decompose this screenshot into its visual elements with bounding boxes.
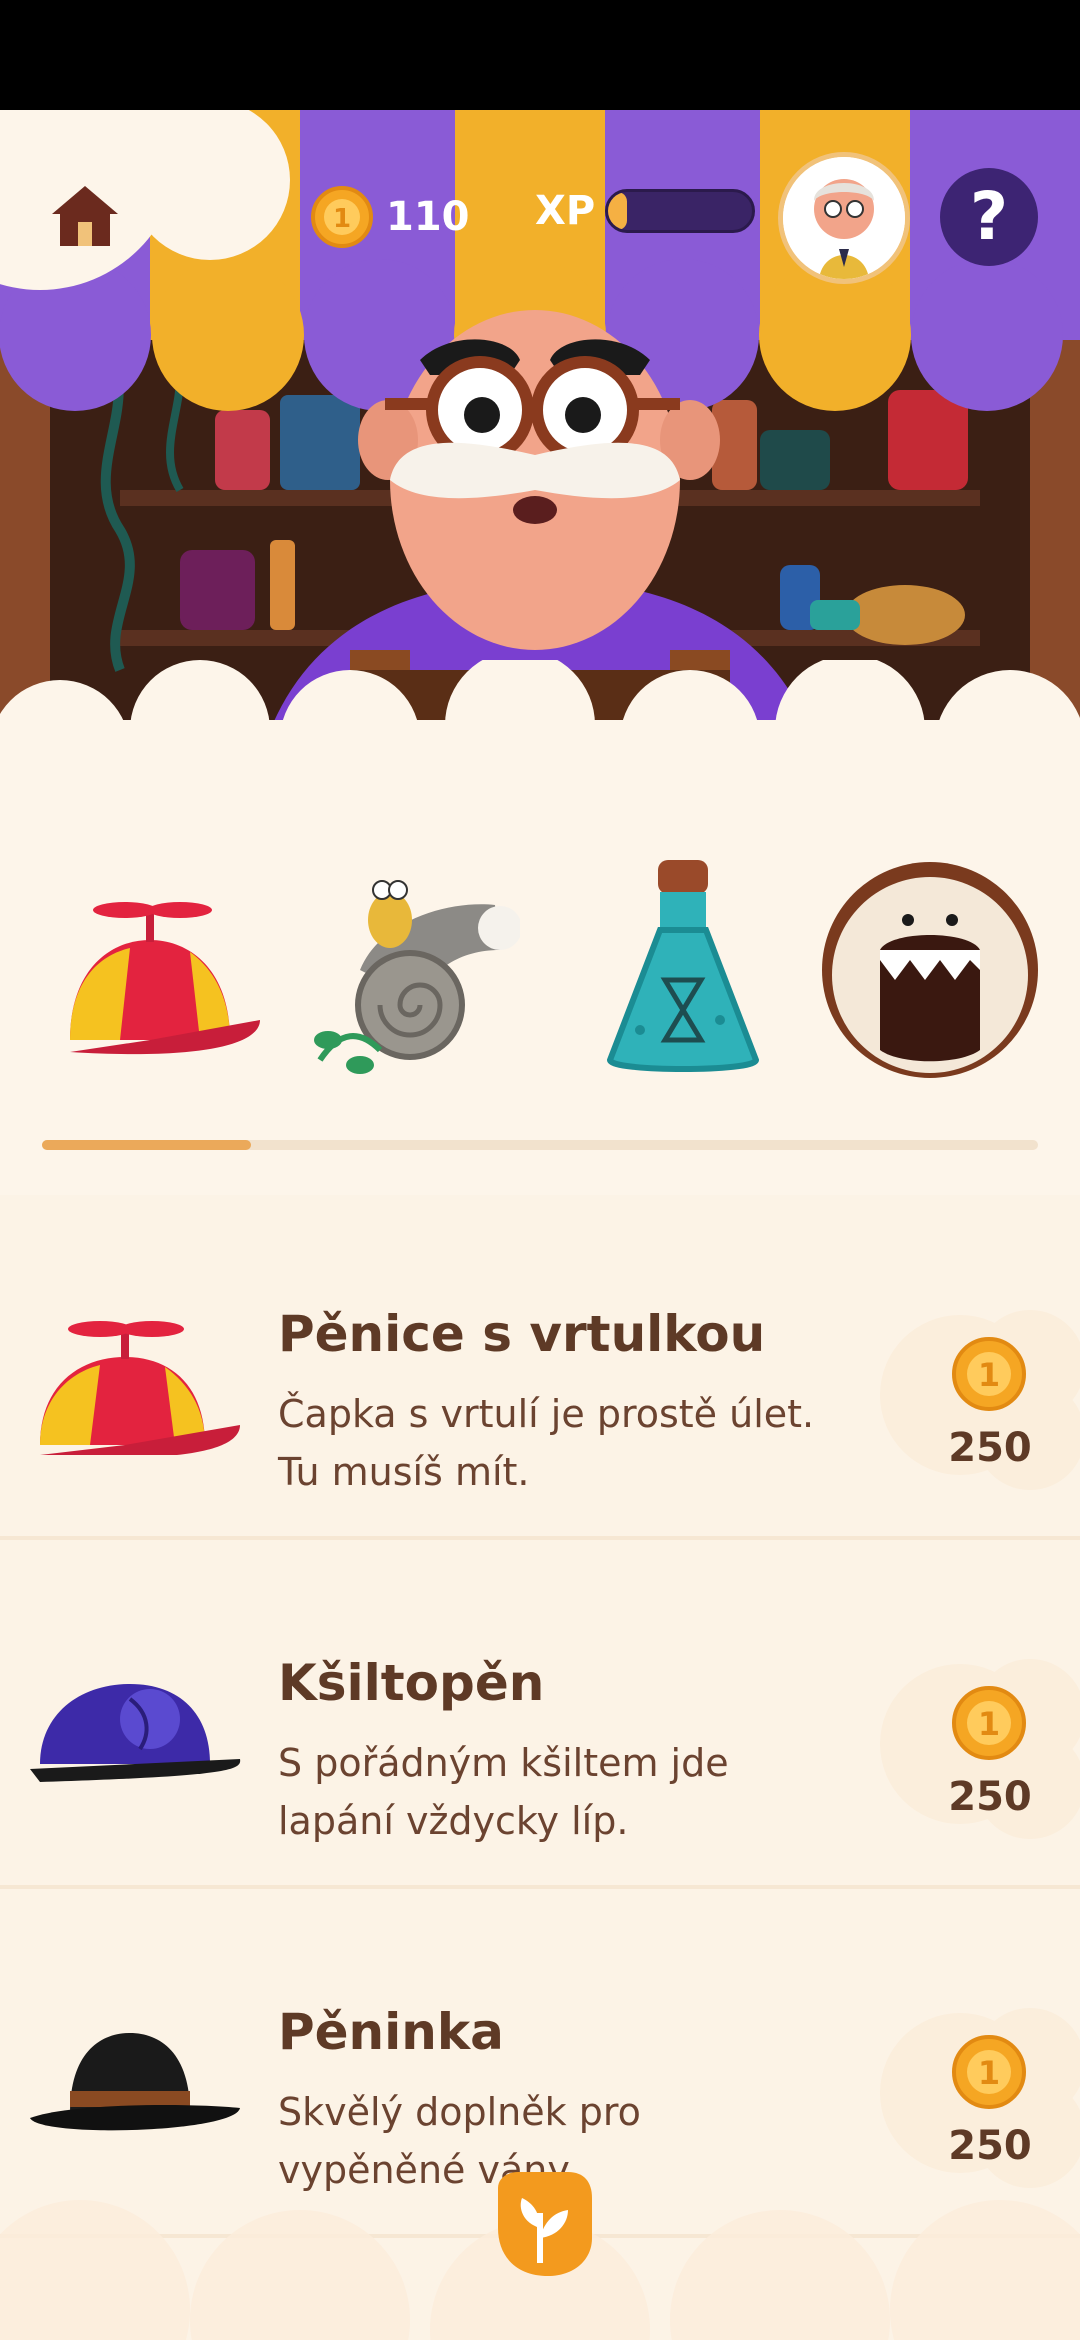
status-bar xyxy=(0,0,1080,110)
leaf-logo-icon xyxy=(498,2172,592,2276)
coin-balance: 1 110 xyxy=(310,182,470,252)
product-title: Pěninka xyxy=(278,2003,504,2061)
price-button[interactable]: 1 250 xyxy=(880,1285,1080,1505)
category-item-foam-monster[interactable] xyxy=(820,860,1040,1080)
product-description: Čapka s vrtulí je prostě úlet. Tu musíš … xyxy=(278,1392,815,1494)
product-description: S pořádným kšiltem jde lapání vždycky lí… xyxy=(278,1741,729,1843)
product-row[interactable]: Pěnice s vrtulkou Čapka s vrtulí je pros… xyxy=(0,1195,1080,1540)
product-title: Pěnice s vrtulkou xyxy=(278,1305,766,1363)
coin-icon: 1 xyxy=(952,1337,1026,1411)
svg-text:1: 1 xyxy=(978,1356,1000,1394)
svg-text:1: 1 xyxy=(333,204,351,234)
help-button[interactable]: ? xyxy=(940,168,1038,266)
home-icon xyxy=(52,186,118,246)
avatar-icon xyxy=(783,157,905,279)
coin-icon: 1 xyxy=(311,186,373,248)
coin-count: 110 xyxy=(386,194,470,240)
propeller-cap-icon xyxy=(40,1321,240,1458)
product-image xyxy=(30,1654,250,1804)
bowler-hat-icon xyxy=(30,2033,240,2131)
snail-shell-horn-icon xyxy=(314,880,522,1074)
product-row[interactable]: Kšiltopěn S pořádným kšiltem jde lapání … xyxy=(0,1544,1080,1889)
foam-monster-icon xyxy=(822,862,1038,1078)
home-button[interactable] xyxy=(40,170,130,260)
baseball-cap-icon xyxy=(30,1684,241,1782)
top-bar: 1 110 XP ? xyxy=(0,110,1080,310)
avatar-button[interactable] xyxy=(778,152,910,284)
product-title: Kšiltopěn xyxy=(278,1654,545,1712)
svg-text:1: 1 xyxy=(978,1705,1000,1743)
xp-label: XP xyxy=(535,188,596,234)
coin-icon: 1 xyxy=(952,1686,1026,1760)
product-image xyxy=(30,1305,250,1458)
app-logo-button[interactable] xyxy=(488,2168,596,2278)
propeller-cap-icon xyxy=(70,902,260,1055)
price-button[interactable]: 1 250 xyxy=(880,1634,1080,1854)
xp-bar xyxy=(605,189,756,233)
category-item-potion[interactable] xyxy=(570,860,790,1080)
svg-text:1: 1 xyxy=(978,2054,1000,2092)
potion-bottle-icon xyxy=(606,860,760,1072)
coin-icon: 1 xyxy=(952,2035,1026,2109)
category-scroll-thumb[interactable] xyxy=(42,1140,252,1150)
xp-fill xyxy=(608,192,627,230)
category-item-snail-horn[interactable] xyxy=(300,860,522,1080)
price-value: 250 xyxy=(948,1774,1032,1820)
help-icon: ? xyxy=(969,178,1009,255)
category-item-propeller-cap[interactable] xyxy=(40,860,260,1080)
product-image xyxy=(30,2003,250,2153)
category-scroll-track xyxy=(42,1140,1038,1150)
price-value: 250 xyxy=(948,1425,1032,1471)
xp-meter: XP xyxy=(535,188,756,234)
